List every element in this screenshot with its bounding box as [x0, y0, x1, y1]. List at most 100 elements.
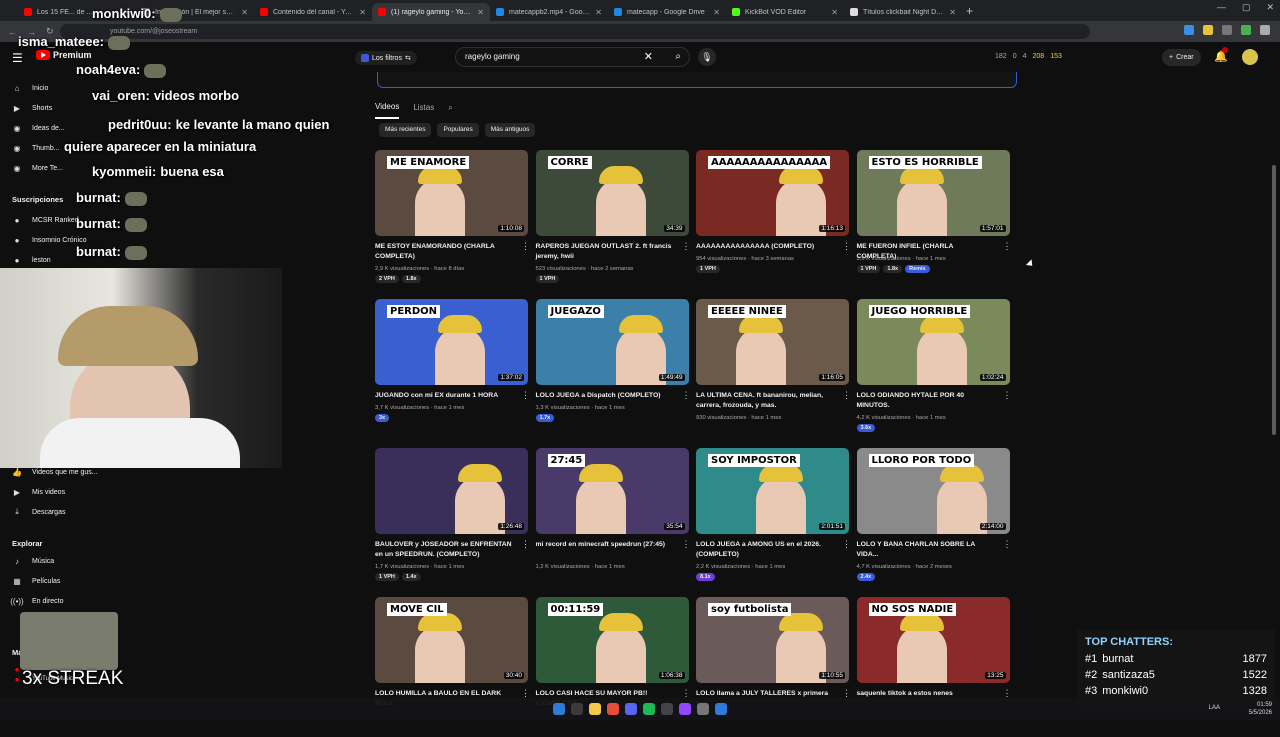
sidebar-item[interactable]: ◉ Thumb... [12, 143, 60, 153]
sort-chip[interactable]: Populares [437, 123, 479, 137]
video-title[interactable]: LA ULTIMA CENA. ft bananirou, melian, ca… [696, 391, 834, 411]
more-options-icon[interactable]: ⋮ [682, 539, 691, 550]
video-thumbnail[interactable]: JUEGAZO 1:49:49 [535, 299, 689, 385]
video-thumbnail[interactable]: MOVE CIL 30:40 [375, 597, 528, 683]
more-options-icon[interactable]: ⋮ [842, 241, 851, 252]
tab-lists[interactable]: Listas [413, 103, 434, 112]
video-thumbnail[interactable]: 00:11:59 1:06:38 [535, 597, 689, 683]
mic-icon[interactable]: 🎙 [698, 48, 716, 66]
video-title[interactable]: RAPEROS JUEGAN OUTLAST 2. ft francis jer… [536, 242, 674, 262]
sidebar-item[interactable]: ⌂ Inicio [12, 83, 49, 93]
language-indicator[interactable]: LAA [1209, 705, 1220, 711]
more-options-icon[interactable]: ⋮ [682, 241, 691, 252]
browser-tab[interactable]: Contenido del canal - YouTube ✕ [254, 3, 372, 21]
video-title[interactable]: JUGANDO con mi EX durante 1 HORA [375, 391, 513, 401]
video-card[interactable]: PERDON 1:37:02 JUGANDO con mi EX durante 1… [375, 299, 530, 439]
video-thumbnail[interactable]: AAAAAAAAAAAAAAA 1:16:13 [696, 150, 849, 236]
browser-tab[interactable]: Interacción | El mejor software ... ✕ [136, 3, 254, 21]
sidebar-item[interactable]: ▶ Shorts [12, 103, 52, 113]
video-card[interactable]: LLORO POR TODO 2:14:00 LOLO Y BANA CHARLAN… [856, 448, 1012, 588]
tab-close-icon[interactable]: ✕ [949, 8, 956, 17]
more-options-icon[interactable]: ⋮ [682, 390, 691, 401]
video-thumbnail[interactable]: soy futbolista 1:10:55 [696, 597, 849, 683]
video-card[interactable]: JUEGAZO 1:49:49 LOLO JUEGA a Dispatch (COM… [535, 299, 691, 439]
video-title[interactable]: mi record en minecraft speedrun (27:45) [536, 540, 674, 550]
search-icon[interactable]: ⌕ [675, 48, 681, 66]
window-control-icon[interactable]: ✕ [1266, 2, 1274, 13]
more-options-icon[interactable]: ⋮ [1003, 390, 1012, 401]
sidebar-item[interactable]: ◉ More Te... [12, 163, 64, 173]
video-title[interactable]: BAULOVER y JOSEADOR se ENFRENTAN en un S… [375, 540, 513, 560]
video-card[interactable]: JUEGO HORRIBLE 1:02:24 LOLO ODIANDO HYTALE… [856, 299, 1012, 439]
video-title[interactable]: LOLO Y BANA CHARLAN SOBRE LA VIDA... [857, 540, 995, 560]
extension-icon[interactable] [1184, 25, 1194, 35]
tab-close-icon[interactable]: ✕ [359, 8, 366, 17]
forward-icon[interactable]: → [27, 27, 36, 37]
video-card[interactable]: SOY IMPOSTOR 2:01:51 LOLO JUEGA a AMONG US… [696, 448, 851, 588]
spotify-icon[interactable] [643, 703, 655, 715]
video-thumbnail[interactable]: 1:26:48 [375, 448, 528, 534]
sidebar-item[interactable]: ((•)) En directo [10, 596, 63, 606]
video-card[interactable]: ESTO ES HORRIBLE 1:57:01 ME FUERON INFIEL … [856, 150, 1012, 290]
create-button[interactable]: + Crear [1162, 49, 1201, 66]
sidebar-subscription[interactable]: ● MCSR Ranked [12, 215, 79, 225]
more-options-icon[interactable]: ⋮ [1003, 241, 1012, 252]
reload-icon[interactable]: ↻ [46, 26, 54, 37]
more-options-icon[interactable]: ⋮ [521, 539, 530, 550]
video-card[interactable]: EEEEE NINEE 1:16:05 LA ULTIMA CENA. ft ban… [696, 299, 851, 439]
search-input[interactable]: rageylo gaming ✕ ⌕ [455, 47, 690, 67]
search-icon[interactable] [571, 703, 583, 715]
url-field[interactable]: youtube.com/@joseostream [60, 24, 1090, 39]
sidebar-item[interactable]: ▦ Películas [12, 576, 60, 586]
sidebar-subscription[interactable]: ● leston [12, 255, 51, 265]
video-card[interactable]: AAAAAAAAAAAAAAA 1:16:13 AAAAAAAAAAAAAAA (C… [696, 150, 851, 290]
browser-tab[interactable]: KickBot VOD Editor ✕ [726, 3, 844, 21]
search-icon[interactable]: ⌕ [448, 103, 452, 113]
app-icon[interactable] [697, 703, 709, 715]
profile-icon[interactable] [1260, 25, 1270, 35]
video-title[interactable]: ME ESTOY ENAMORANDO (CHARLA COMPLETA) [375, 242, 513, 262]
back-icon[interactable]: ← [8, 27, 17, 37]
video-thumbnail[interactable]: LLORO POR TODO 2:14:00 [856, 448, 1010, 534]
video-thumbnail[interactable]: CORRE 34:39 [535, 150, 689, 236]
tab-close-icon[interactable]: ✕ [241, 8, 248, 17]
clear-icon[interactable]: ✕ [644, 48, 653, 66]
sidebar-item[interactable]: ♪ Música [12, 556, 54, 566]
video-thumbnail[interactable]: ESTO ES HORRIBLE 1:57:01 [856, 150, 1010, 236]
video-thumbnail[interactable]: NO SOS NADIE 13:25 [856, 597, 1010, 683]
scrollbar[interactable] [1272, 165, 1276, 435]
sidebar-item[interactable]: 👍 Videos que me gus... [12, 467, 98, 477]
more-options-icon[interactable]: ⋮ [521, 241, 530, 252]
filters-button[interactable]: Los filtros ⇆ [355, 51, 417, 65]
video-title[interactable]: AAAAAAAAAAAAAAA (COMPLETO) [696, 242, 834, 252]
avatar[interactable] [1242, 49, 1258, 65]
video-title[interactable]: LOLO JUEGA a AMONG US en el 2026. (COMPL… [696, 540, 834, 560]
video-thumbnail[interactable]: 27:45 35:54 [535, 448, 689, 534]
youtube-logo[interactable]: Premium [36, 50, 92, 60]
video-card[interactable]: ME ENAMORE 1:10:08 ME ESTOY ENAMORANDO (CH… [375, 150, 530, 290]
video-thumbnail[interactable]: EEEEE NINEE 1:16:05 [696, 299, 849, 385]
file-explorer-icon[interactable] [589, 703, 601, 715]
more-options-icon[interactable]: ⋮ [842, 390, 851, 401]
extension-icon[interactable] [1222, 25, 1232, 35]
system-clock[interactable]: 01:59 5/5/2026 [1249, 701, 1272, 717]
more-options-icon[interactable]: ⋮ [1003, 539, 1012, 550]
browser-tab[interactable]: Los 15 FE... de ... ✕ [18, 3, 136, 21]
browser-tab[interactable]: matecappb2.mp4 - Google Dri... ✕ [490, 3, 608, 21]
app-icon[interactable] [715, 703, 727, 715]
more-options-icon[interactable]: ⋮ [521, 390, 530, 401]
window-control-icon[interactable]: — [1217, 2, 1226, 13]
tab-videos[interactable]: Videos [375, 102, 400, 119]
new-tab-icon[interactable]: + [966, 4, 973, 18]
browser-tab[interactable]: (1) rageylo gaming - YouTube ✕ [372, 3, 490, 21]
sort-chip[interactable]: Más antiguos [484, 123, 536, 137]
menu-icon[interactable]: ☰ [12, 51, 23, 65]
video-title[interactable]: LOLO JUEGA a Dispatch (COMPLETO) [536, 391, 674, 401]
browser-tab[interactable]: matecapp - Google Drive ✕ [608, 3, 726, 21]
chrome-icon[interactable] [607, 703, 619, 715]
video-card[interactable]: 1:26:48 BAULOVER y JOSEADOR se ENFRENTAN … [375, 448, 530, 588]
extension-icon[interactable] [1203, 25, 1213, 35]
video-card[interactable]: CORRE 34:39 RAPEROS JUEGAN OUTLAST 2. ft f… [535, 150, 691, 290]
discord-icon[interactable] [625, 703, 637, 715]
start-icon[interactable] [553, 703, 565, 715]
